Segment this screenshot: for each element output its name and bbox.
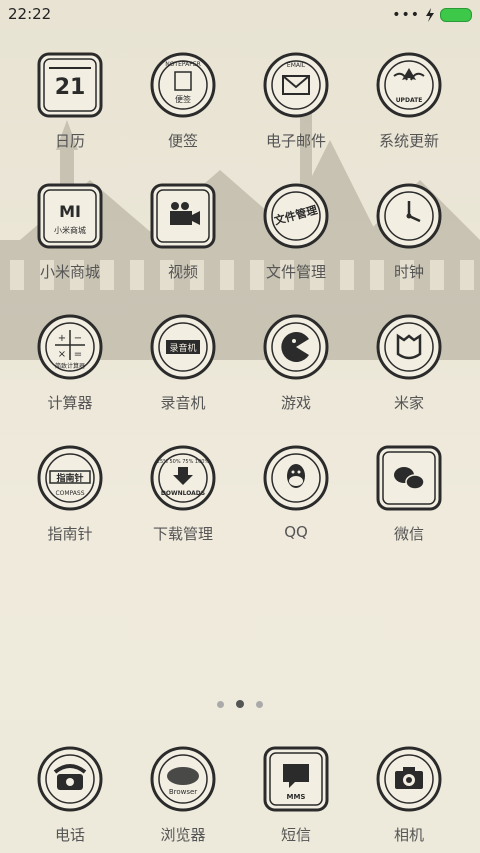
status-time: 22:22 [8,5,52,23]
app-label: 日历 [54,132,85,150]
download-icon: 25% 50% 75% 100% DOWNLOADS [148,443,218,513]
file-manager-icon: 文件管理 [261,181,331,251]
svg-text:−: − [74,333,82,344]
app-label: 便签 [167,132,198,150]
app-phone[interactable]: 电话 [10,738,130,853]
app-compass[interactable]: 指南针 COMPASS 指南针 [10,437,130,561]
svg-text:MI: MI [59,202,81,221]
app-clock[interactable]: 时钟 [349,175,469,299]
app-label: 游戏 [280,394,311,412]
status-icons: ••• [392,6,472,24]
dock: 电话 Browser 浏览器 MMS 短信 相机 [0,738,480,853]
app-calculator[interactable]: + − × = 简致计算器计算器 [10,306,130,430]
phone-icon [35,744,105,814]
camera-icon [374,744,444,814]
app-label: QQ [284,523,308,541]
email-icon: EMAIL [261,50,331,120]
app-label: 小米商城 [39,263,100,281]
clock-icon [374,181,444,251]
svg-text:MMS: MMS [287,793,306,801]
mi-store-icon: MI 小米商城 [35,181,105,251]
app-label: 浏览器 [160,826,206,844]
status-bar: 22:22 ••• [0,0,480,30]
page-dot[interactable] [217,700,224,708]
app-label: 视频 [167,263,198,281]
svg-text:简致计算器: 简致计算器 [55,362,85,370]
page-dot[interactable] [256,700,263,708]
compass-icon: 指南针 COMPASS [35,443,105,513]
svg-text:指南针: 指南针 [56,472,83,484]
app-mi-store[interactable]: MI 小米商城 小米商城 [10,175,130,299]
svg-text:+: + [58,333,66,344]
page-dot-active[interactable] [236,700,244,708]
app-label: 时钟 [393,263,424,281]
app-video-camera[interactable]: 视频 [123,175,243,299]
svg-text:NOTEPAPER: NOTEPAPER [165,61,201,68]
app-label: 电话 [54,826,85,844]
app-label: 系统更新 [378,132,439,150]
app-label: 微信 [393,525,424,543]
app-mms[interactable]: MMS 短信 [236,738,356,853]
charging-icon [426,8,434,22]
svg-text:COMPASS: COMPASS [55,490,84,497]
video-camera-icon [148,181,218,251]
app-calendar[interactable]: 21 日历 [10,44,130,168]
app-label: 录音机 [160,394,206,412]
app-wechat[interactable]: 微信 [349,437,469,561]
app-browser[interactable]: Browser 浏览器 [123,738,243,853]
app-label: 电子邮件 [265,132,326,150]
app-email[interactable]: EMAIL 电子邮件 [236,44,356,168]
svg-text:小米商城: 小米商城 [54,225,86,235]
app-notepaper[interactable]: NOTEPAPER 便签 便签 [123,44,243,168]
app-camera[interactable]: 相机 [349,738,469,853]
app-game[interactable]: 游戏 [236,306,356,430]
app-label: 文件管理 [265,263,326,281]
svg-text:DOWNLOADS: DOWNLOADS [161,490,205,497]
svg-text:便签: 便签 [175,94,191,104]
update-icon: UPDATE [374,50,444,120]
svg-text:=: = [74,349,82,360]
more-dots-icon: ••• [392,7,420,23]
calculator-icon: + − × = 简致计算器 [35,312,105,382]
app-label: 米家 [393,394,424,412]
app-recorder[interactable]: 录音机 录音机 [123,306,243,430]
svg-text:Browser: Browser [169,788,197,796]
svg-text:录音机: 录音机 [169,342,196,354]
svg-text:×: × [58,349,66,360]
app-label: 短信 [280,826,311,844]
app-download[interactable]: 25% 50% 75% 100% DOWNLOADS 下载管理 [123,437,243,561]
svg-text:EMAIL: EMAIL [287,62,306,69]
notepaper-icon: NOTEPAPER 便签 [148,50,218,120]
app-label: 下载管理 [152,525,213,543]
qq-icon [261,443,331,513]
recorder-icon: 录音机 [148,312,218,382]
wechat-icon [374,443,444,513]
app-file-manager[interactable]: 文件管理 文件管理 [236,175,356,299]
battery-icon [440,8,472,22]
app-label: 相机 [393,826,424,844]
mijia-icon [374,312,444,382]
app-update[interactable]: UPDATE 系统更新 [349,44,469,168]
game-icon [261,312,331,382]
browser-icon: Browser [148,744,218,814]
svg-text:21: 21 [55,75,86,100]
svg-text:25% 50% 75% 100%: 25% 50% 75% 100% [157,459,210,465]
app-qq[interactable]: QQ [236,437,356,561]
app-label: 计算器 [47,394,93,412]
svg-text:UPDATE: UPDATE [396,97,423,104]
mms-icon: MMS [261,744,331,814]
page-indicator [0,698,480,710]
calendar-icon: 21 [35,50,105,120]
app-mijia[interactable]: 米家 [349,306,469,430]
app-label: 指南针 [47,525,93,543]
